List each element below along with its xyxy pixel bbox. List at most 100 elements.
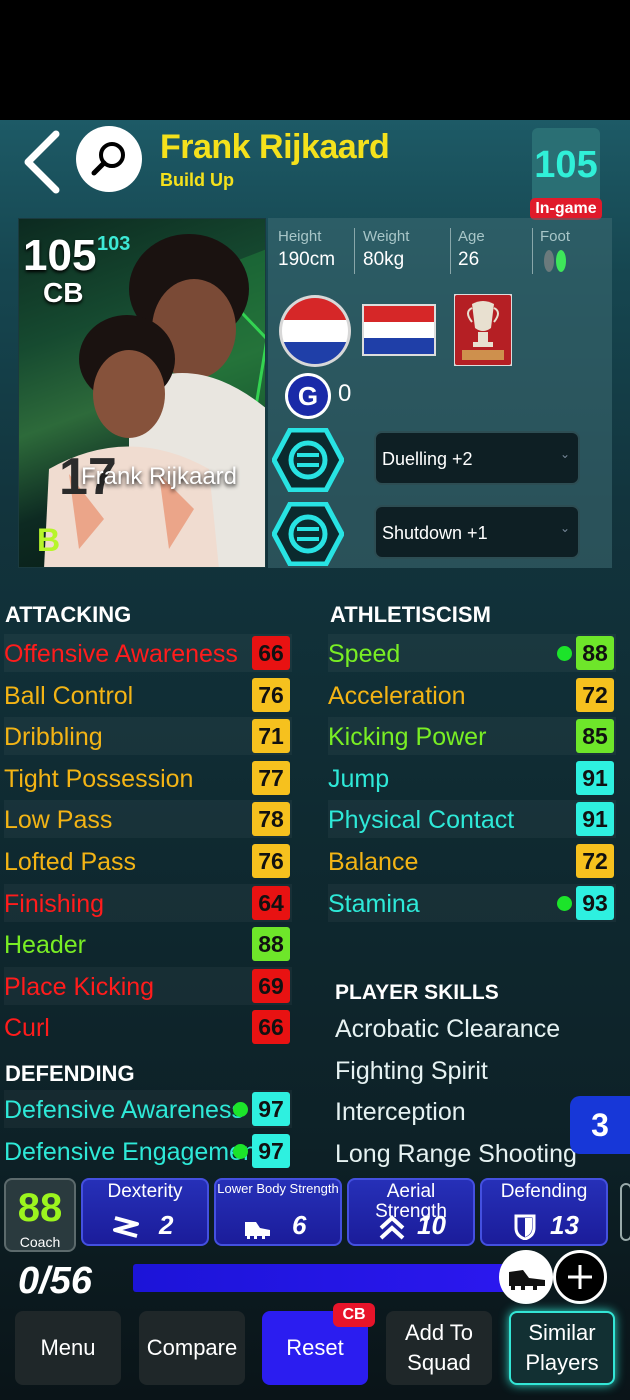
chevron-left-icon	[24, 130, 60, 194]
stat-name: Defensive Awareness	[4, 1096, 244, 1124]
divider	[354, 228, 355, 274]
foot-block: Foot	[540, 228, 570, 282]
skill-boost-dot	[233, 1143, 248, 1159]
menu-button[interactable]: Menu	[15, 1311, 121, 1385]
foot-icon	[544, 250, 566, 272]
stat-row: Acceleration 72	[328, 676, 616, 714]
page-indicator-button[interactable]: 3	[570, 1096, 630, 1154]
weight-block: Weight 80kg	[363, 228, 409, 271]
stat-value: 78	[252, 802, 290, 837]
stat-value: 85	[576, 719, 614, 754]
stat-row: Lofted Pass 76	[4, 842, 292, 880]
add-to-squad-label: Add To Squad	[405, 1318, 473, 1378]
card-position: CB	[43, 277, 84, 308]
ingame-label: In-game	[530, 198, 602, 220]
similar-players-line-1: Similar	[528, 1320, 596, 1345]
search-button[interactable]	[76, 126, 142, 192]
progression-label: Defending	[500, 1181, 588, 1202]
stat-name: Dribbling	[4, 723, 103, 752]
dexterity-icon	[113, 1216, 139, 1238]
similar-players-line-2: Players	[525, 1350, 599, 1375]
stat-value: 93	[576, 885, 614, 920]
stat-row: Defensive Awareness 97	[4, 1090, 292, 1128]
stat-name: Defensive Engagement	[4, 1137, 264, 1166]
progression-value: 2	[159, 1210, 174, 1240]
athleticism-title: ATHLETISCISM	[330, 602, 491, 627]
stat-value: 66	[252, 1010, 290, 1045]
booster-select[interactable]: Duelling +2 ⌄	[374, 431, 580, 485]
ingame-rating-box: 105 In-game	[530, 128, 602, 220]
nationality-flag-icon	[362, 304, 436, 356]
weight-label: Weight	[363, 228, 410, 245]
plus-icon	[568, 1265, 592, 1289]
compare-button-label: Compare	[146, 1335, 238, 1360]
ingame-rating: 105	[534, 144, 598, 186]
card-grade: B	[37, 522, 61, 558]
skill-item: Acrobatic Clearance	[335, 1015, 561, 1043]
g-count: 0	[338, 380, 352, 407]
stat-row: Finishing 64	[4, 883, 292, 922]
stat-value: 64	[252, 885, 290, 920]
defending-title: DEFENDING	[5, 1061, 135, 1086]
stat-name: Physical Contact	[328, 806, 515, 835]
age-value: 26	[458, 249, 480, 270]
stat-value: 76	[252, 677, 290, 712]
chevron-down-icon: ⌄	[559, 521, 570, 535]
progression-defending[interactable]: Defending 13	[480, 1178, 608, 1246]
progression-aerial[interactable]: Aerial Strength 10	[347, 1178, 475, 1246]
info-panel: Height 190cm Weight 80kg Age 26 Foot G 0…	[268, 218, 612, 568]
coach-value: 88	[17, 1186, 63, 1230]
card-boost: 103	[97, 233, 131, 255]
booster-select[interactable]: Shutdown +1 ⌄	[374, 505, 580, 559]
menu-button-label: Menu	[40, 1335, 96, 1360]
add-to-squad-button[interactable]: Add To Squad	[386, 1311, 492, 1385]
progression-points-bar	[133, 1264, 531, 1292]
similar-players-label: Similar Players	[525, 1318, 598, 1378]
booster-label: Shutdown +1	[382, 523, 488, 543]
stat-name: Speed	[328, 640, 401, 668]
similar-players-button[interactable]: Similar Players	[509, 1311, 615, 1385]
player-card[interactable]: 17 105 103 CB Frank Rijkaard B	[18, 218, 266, 568]
skill-boost-dot	[557, 895, 572, 911]
height-label: Height	[278, 228, 322, 245]
age-label: Age	[458, 228, 485, 245]
stat-row: Header 88	[4, 925, 292, 963]
player-detail-screen: Frank Rijkaard Build Up 105 In-game 17 1…	[0, 120, 630, 1400]
foot-label: Foot	[540, 228, 571, 245]
skill-item: Interception	[335, 1098, 466, 1126]
add-to-squad-line-1: Add To	[404, 1320, 474, 1345]
stat-value: 88	[576, 636, 614, 670]
stat-row: Speed 88	[328, 634, 616, 672]
stat-name: Acceleration	[328, 681, 466, 710]
height-block: Height 190cm	[278, 228, 335, 271]
player-skills-title: PLAYER SKILLS	[335, 981, 499, 1004]
stat-row: Curl 66	[4, 1008, 292, 1046]
boot-toggle-button[interactable]	[499, 1250, 553, 1304]
shield-icon	[514, 1214, 536, 1240]
boot-icon	[509, 1270, 545, 1290]
playstyle-label: Build Up	[160, 170, 234, 190]
stat-row: Kicking Power 85	[328, 717, 616, 756]
booster-hex-icon	[272, 502, 344, 566]
stat-name: Header	[4, 931, 86, 960]
add-button[interactable]	[553, 1250, 607, 1304]
progression-lower-body[interactable]: Lower Body Strength 6	[214, 1178, 342, 1246]
stat-row: Jump 91	[328, 759, 616, 797]
stat-row: Balance 72	[328, 842, 616, 880]
stat-value: 91	[576, 802, 614, 837]
attacking-title: ATTACKING	[5, 602, 132, 627]
compare-button[interactable]: Compare	[139, 1311, 245, 1385]
back-button[interactable]	[20, 130, 70, 194]
progression-label: Lower Body Strength	[217, 1181, 339, 1196]
progression-more-edge[interactable]	[620, 1183, 630, 1241]
stat-name: Kicking Power	[328, 723, 487, 752]
progression-value: 6	[292, 1210, 307, 1240]
coach-button[interactable]: 88 Coach	[4, 1178, 76, 1252]
stat-value: 77	[252, 760, 290, 795]
progression-dexterity[interactable]: Dexterity 2	[81, 1178, 209, 1246]
stat-value: 69	[252, 968, 290, 1003]
stat-name: Offensive Awareness	[4, 640, 238, 668]
stat-name: Finishing	[4, 889, 105, 918]
stat-name: Ball Control	[4, 681, 134, 710]
stat-value: 91	[576, 760, 614, 795]
